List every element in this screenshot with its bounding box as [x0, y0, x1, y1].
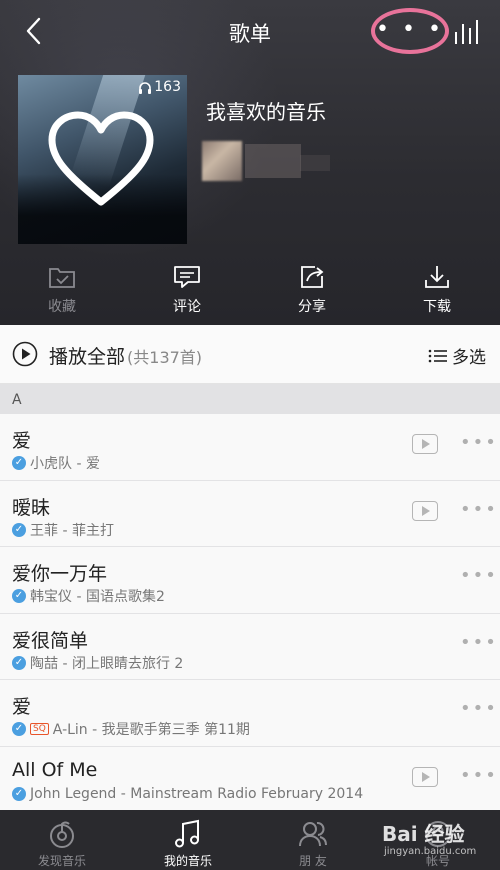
song-artist-album: 小虎队 - 爱	[30, 456, 100, 472]
song-title: 暧昧	[12, 496, 51, 519]
song-row[interactable]: 爱很简单 ✓ 陶喆 - 闭上眼睛去旅行 2 •••	[0, 613, 500, 680]
share-icon	[301, 266, 324, 288]
multi-select-button[interactable]: 多选	[428, 343, 486, 368]
folder-check-icon	[49, 268, 75, 288]
song-row[interactable]: 爱你一万年 ✓ 韩宝仪 - 国语点歌集2 •••	[0, 547, 500, 614]
tab-friends[interactable]: 朋 友	[263, 810, 363, 869]
creator-avatar[interactable]	[202, 141, 242, 181]
list-icon	[428, 349, 447, 362]
play-count-value: 163	[154, 79, 181, 95]
my-music-icon	[175, 819, 199, 848]
playlist-cover[interactable]: 163	[18, 75, 187, 244]
more-options-button[interactable]: • • •	[371, 8, 449, 54]
share-label: 分享	[298, 299, 326, 315]
song-more-icon[interactable]: •••	[460, 632, 498, 653]
sq-badge: SQ	[30, 723, 49, 735]
tab-my-music-label: 我的音乐	[163, 854, 212, 868]
song-artist-album: 陶喆 - 闭上眼睛去旅行 2	[30, 655, 184, 672]
watermark-url: jingyan.baidu.com	[384, 846, 477, 857]
download-button[interactable]: 下载	[392, 258, 482, 316]
heart-icon	[48, 111, 154, 206]
play-circle-icon[interactable]	[12, 341, 38, 367]
song-row[interactable]: 暧昧 ✓ 王菲 - 菲主打 •••	[0, 480, 500, 547]
share-button[interactable]: 分享	[267, 258, 357, 316]
downloaded-check-icon: ✓	[12, 522, 26, 537]
downloaded-check-icon: ✓	[12, 589, 26, 603]
friends-icon	[299, 822, 327, 847]
tab-my-music[interactable]: 我的音乐	[138, 810, 238, 869]
play-all-button[interactable]: 播放全部 (共137首)	[49, 342, 202, 369]
song-title: 爱你一万年	[12, 563, 108, 585]
download-icon	[425, 266, 449, 288]
downloaded-check-icon: ✓	[12, 722, 26, 736]
comment-label: 评论	[173, 299, 201, 315]
song-artist-album: A-Lin - 我是歌手第三季 第11期	[52, 722, 250, 738]
mv-play-icon[interactable]	[412, 434, 438, 454]
song-subtitle: ✓ 韩宝仪 - 国语点歌集2	[12, 586, 165, 606]
watermark-brand: Bai 经验	[382, 822, 465, 846]
downloaded-check-icon: ✓	[12, 655, 26, 670]
playlist-name: 我喜欢的音乐	[206, 100, 326, 124]
mv-play-icon[interactable]	[412, 500, 438, 521]
song-row[interactable]: 爱 ✓ SQ A-Lin - 我是歌手第三季 第11期 •••	[0, 680, 500, 747]
song-subtitle: ✓ SQ A-Lin - 我是歌手第三季 第11期	[12, 719, 250, 739]
playlist-header: 歌单 • • • 163 我喜欢的音乐 收藏 评论 分享 下载	[0, 0, 500, 325]
song-more-icon[interactable]: •••	[460, 698, 498, 719]
play-count: 163	[138, 79, 181, 95]
song-subtitle: ✓ 王菲 - 菲主打	[12, 520, 114, 540]
mv-play-icon[interactable]	[412, 766, 438, 787]
downloaded-check-icon: ✓	[12, 456, 26, 470]
song-subtitle: ✓ John Legend - Mainstream Radio February…	[12, 786, 363, 802]
more-dots-icon: • • •	[376, 17, 444, 42]
song-artist-album: 王菲 - 菲主打	[30, 522, 114, 539]
comment-icon	[174, 266, 200, 288]
equalizer-icon	[455, 20, 478, 44]
song-title: 爱	[12, 430, 32, 452]
collect-button[interactable]: 收藏	[17, 258, 107, 316]
tab-discover-music[interactable]: 发现音乐	[12, 810, 112, 869]
discover-music-icon	[50, 821, 74, 848]
song-subtitle: ✓ 陶喆 - 闭上眼睛去旅行 2	[12, 653, 183, 673]
song-count: (共137首)	[127, 348, 203, 367]
downloaded-check-icon: ✓	[12, 786, 26, 801]
navigation-bar: 歌单 • • •	[0, 0, 500, 64]
creator-extra-blurred	[300, 155, 330, 171]
song-title: 爱很简单	[12, 629, 89, 652]
collect-label: 收藏	[48, 299, 76, 315]
song-subtitle: ✓ 小虎队 - 爱	[12, 453, 100, 473]
song-artist-album: 韩宝仪 - 国语点歌集2	[30, 589, 165, 605]
action-bar: 收藏 评论 分享 下载	[0, 258, 500, 322]
headphones-icon	[139, 81, 152, 94]
download-label: 下载	[423, 299, 451, 315]
song-title: 爱	[12, 696, 32, 718]
song-more-icon[interactable]: •••	[460, 432, 498, 453]
multi-select-label: 多选	[452, 348, 486, 368]
song-more-icon[interactable]: •••	[460, 765, 498, 786]
song-row[interactable]: 爱 ✓ 小虎队 - 爱 •••	[0, 414, 500, 481]
creator-name-blurred	[245, 144, 301, 178]
play-all-label: 播放全部	[49, 346, 126, 368]
song-row[interactable]: All Of Me ✓ John Legend - Mainstream Radio…	[0, 746, 500, 813]
song-more-icon[interactable]: •••	[460, 499, 498, 520]
song-artist-album: John Legend - Mainstream Radio February …	[30, 785, 364, 802]
section-header: A	[0, 384, 500, 414]
song-more-icon[interactable]: •••	[460, 565, 498, 586]
tab-friends-label: 朋 友	[299, 854, 327, 868]
song-list: 爱 ✓ 小虎队 - 爱 ••• 暧昧 ✓ 王菲 - 菲主打 ••• 爱你一万年 ✓ 韩宝仪 - 国语…	[0, 414, 500, 813]
now-playing-button[interactable]	[453, 18, 483, 46]
song-title: All Of Me	[12, 758, 98, 781]
tab-discover-label: 发现音乐	[37, 854, 86, 868]
comment-button[interactable]: 评论	[142, 258, 232, 316]
play-all-bar: 播放全部 (共137首) 多选	[0, 325, 500, 384]
